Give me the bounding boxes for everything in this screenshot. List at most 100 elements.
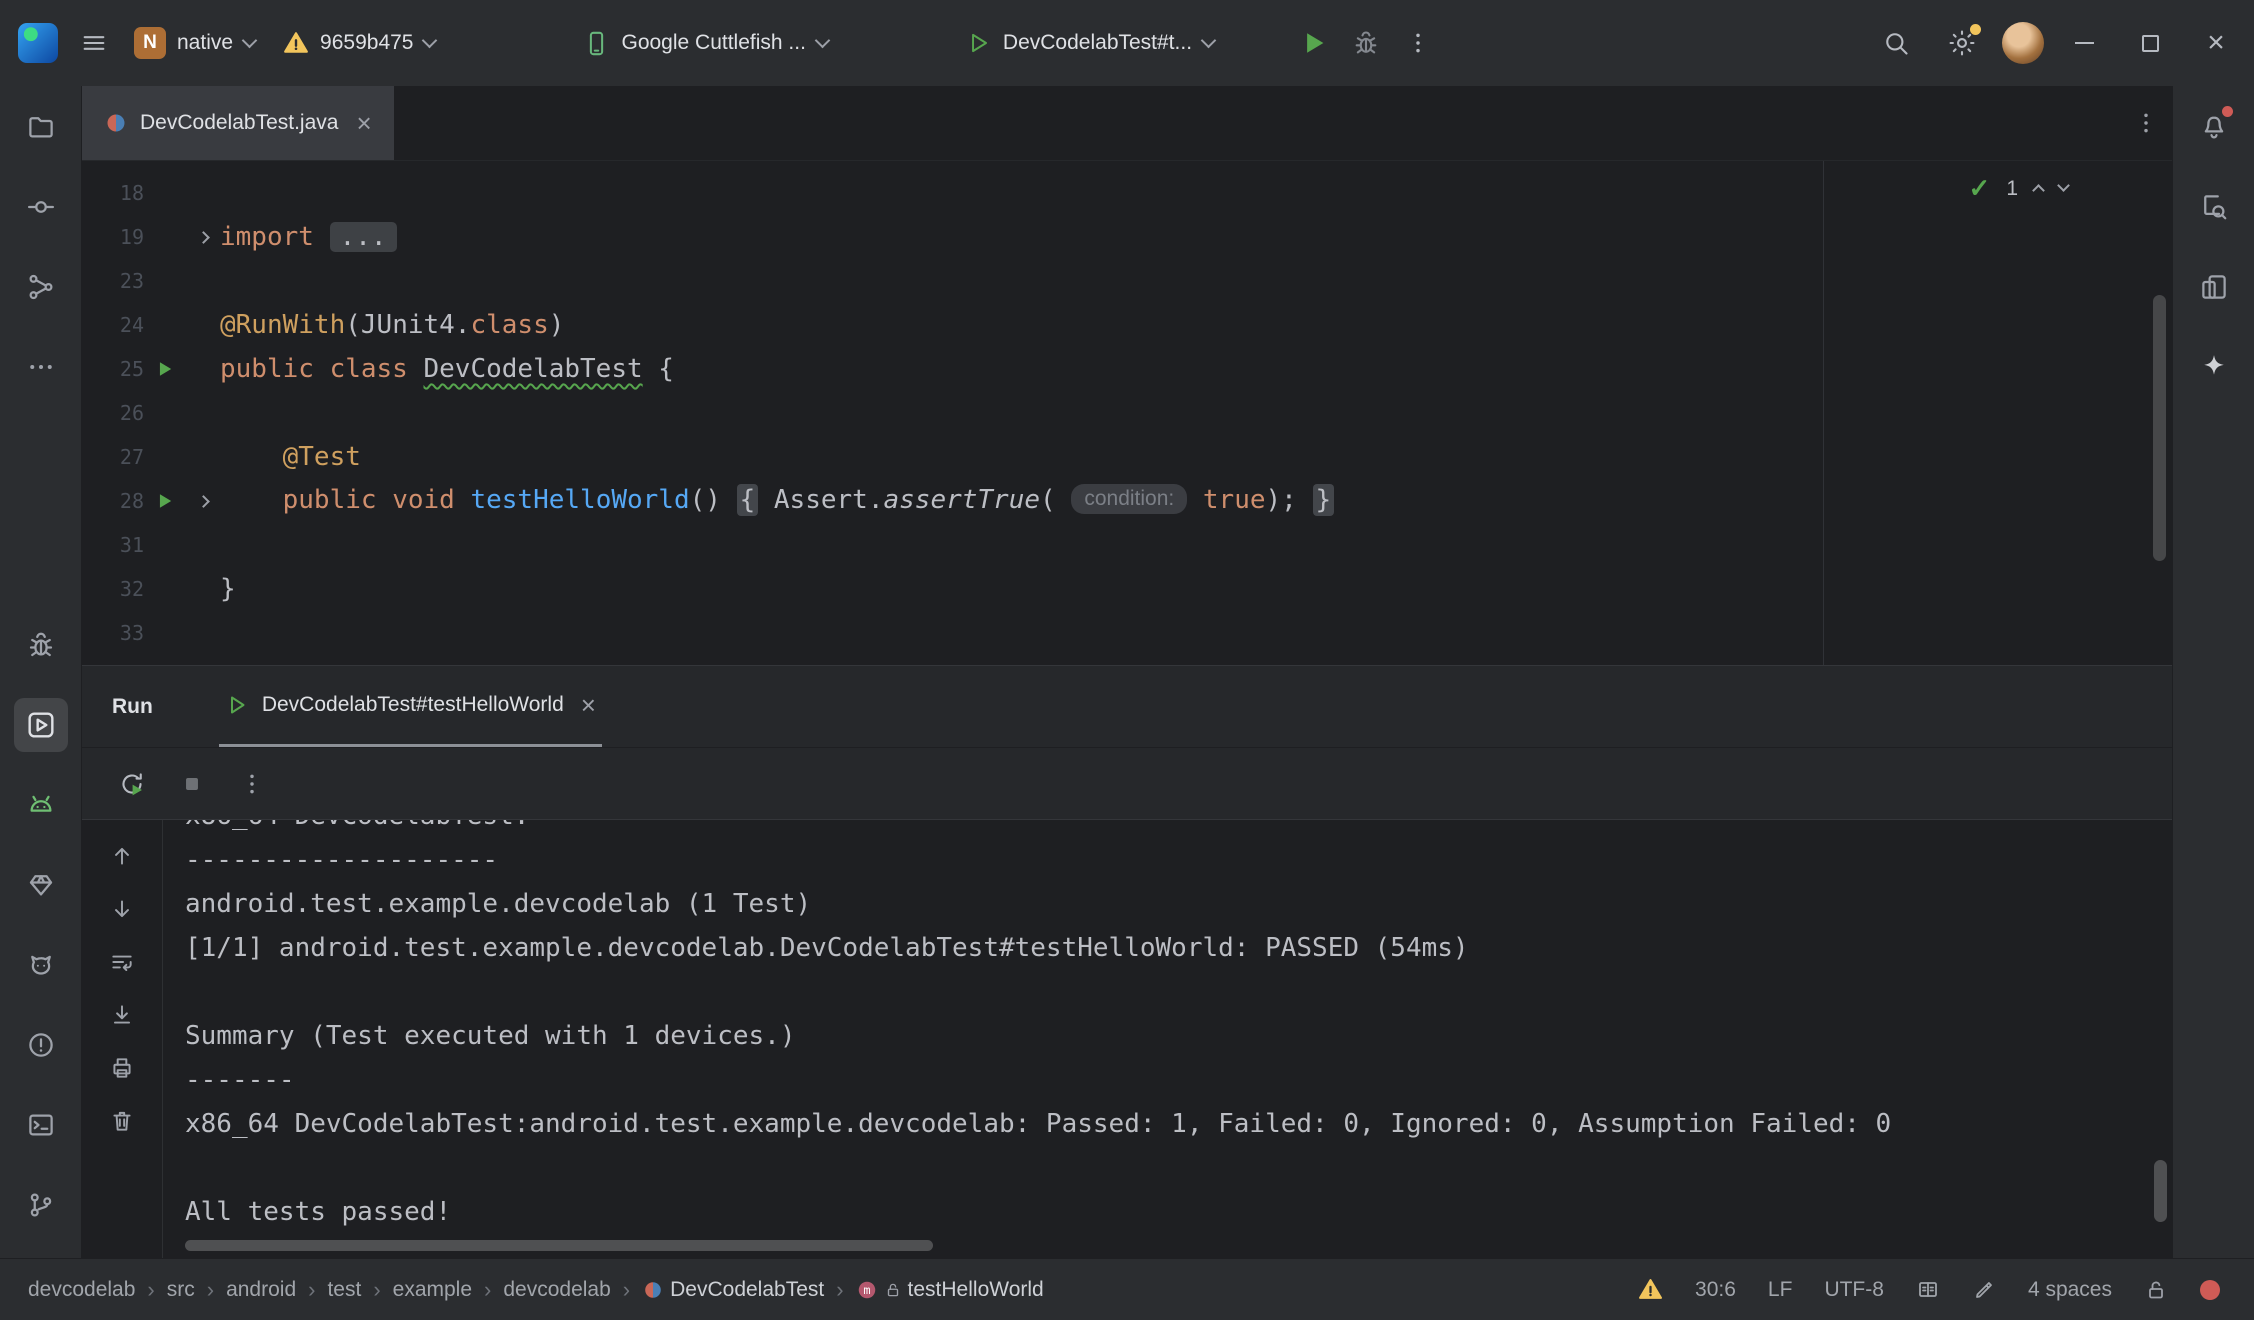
previous-problem-icon[interactable] [2032,184,2045,197]
code-line[interactable]: 32} [82,567,2172,611]
line-number: 18 [82,181,144,205]
minimize-button[interactable] [2058,17,2110,69]
inspection-widget[interactable]: ✓ 1 [1969,173,2068,204]
line-separator-widget[interactable]: LF [1768,1278,1793,1302]
main-area: DevCodelabTest.java × 18 19import ...2324… [82,86,2172,1258]
notifications-button[interactable] [2187,100,2241,154]
analysis-warning-widget[interactable] [1638,1277,1663,1302]
tab-devcodelabtest-java[interactable]: DevCodelabTest.java × [82,86,394,160]
run-gutter-icon[interactable] [144,492,186,510]
tab-options-button[interactable] [2120,97,2172,149]
run-tab-close-icon[interactable]: × [581,690,596,721]
write-access-widget[interactable] [2144,1278,2168,1302]
console-vertical-scrollbar[interactable] [2154,1160,2167,1222]
tab-close-icon[interactable]: × [356,108,371,139]
terminal-tool-button[interactable] [14,1098,68,1152]
clear-console-button[interactable] [100,1099,144,1143]
reader-mode-widget[interactable] [1916,1278,1940,1302]
more-actions-button[interactable] [1392,17,1444,69]
debug-button[interactable] [1340,17,1392,69]
code-line[interactable]: 28 public void testHelloWorld() { Assert… [82,479,2172,523]
code-line[interactable]: 33 [82,611,2172,655]
scroll-to-end-button[interactable] [100,993,144,1037]
settings-notification-dot [1970,24,1981,35]
maximize-button[interactable] [2124,17,2176,69]
fold-arrow-icon[interactable] [186,497,220,506]
caret-position-widget[interactable]: 30:6 [1695,1278,1736,1302]
breadcrumb-item[interactable]: devcodelab [28,1278,135,1302]
structure-tool-button[interactable] [14,260,68,314]
run-gutter-icon[interactable] [144,360,186,378]
android-studio-window: N native 9659b475 Google Cuttlefish ... … [0,0,2254,1320]
rerun-button[interactable] [106,758,158,810]
gemini-button[interactable] [2187,340,2241,394]
breadcrumb-item[interactable]: devcodelab [503,1278,610,1302]
branch-selector[interactable]: 9659b475 [269,21,449,65]
code-text: import ... [220,222,397,252]
run-button[interactable] [1288,17,1340,69]
inspection-highlight-widget[interactable] [1972,1278,1996,1302]
console-output[interactable]: x86_64 DevCodelabTest:------------------… [163,820,2172,1258]
close-button[interactable]: × [2190,17,2242,69]
project-selector[interactable]: N native [120,18,269,68]
run-tool-button[interactable] [14,698,68,752]
code-line[interactable]: 31 [82,523,2172,567]
breadcrumb-item[interactable]: src [167,1278,195,1302]
console-line: x86_64 DevCodelabTest: [185,820,2172,838]
editor-scrollbar[interactable] [2153,295,2166,561]
run-configuration-selector[interactable]: DevCodelabTest#t... [952,21,1228,65]
next-problem-icon[interactable] [2057,179,2070,192]
running-devices-button[interactable] [2187,260,2241,314]
error-notification-badge[interactable] [2200,1280,2220,1300]
main-menu-button[interactable] [68,17,120,69]
logcat-android-tool-button[interactable] [14,778,68,832]
breadcrumb-item[interactable]: android [226,1278,296,1302]
code-line[interactable]: 19import ... [82,215,2172,259]
problems-tool-button[interactable] [14,1018,68,1072]
code-text: } [220,574,236,604]
code-line[interactable]: 23 [82,259,2172,303]
commit-tool-button[interactable] [14,180,68,234]
settings-button[interactable] [1936,17,1988,69]
version-control-tool-button[interactable] [14,1178,68,1232]
console-horizontal-scrollbar[interactable] [185,1240,933,1251]
method-crumb[interactable]: m testHelloWorld [856,1278,1044,1302]
search-everywhere-button[interactable] [1870,17,1922,69]
project-tool-button[interactable] [14,100,68,154]
run-test-tab[interactable]: DevCodelabTest#testHelloWorld × [219,666,602,747]
fold-arrow-icon[interactable] [186,233,220,242]
share-graph-icon [26,272,56,302]
cat-icon [26,950,56,980]
code-line[interactable]: 25public class DevCodelabTest { [82,347,2172,391]
run-more-options-button[interactable] [226,758,278,810]
code-line[interactable]: 26 [82,391,2172,435]
soft-wrap-button[interactable] [100,940,144,984]
scroll-up-button[interactable] [100,834,144,878]
code-line[interactable]: 27 @Test [82,435,2172,479]
code-text: public class DevCodelabTest { [220,354,674,384]
hamburger-icon [80,29,108,57]
stop-button[interactable] [166,758,218,810]
device-manager-tool-button[interactable] [14,858,68,912]
user-avatar[interactable] [2002,22,2044,64]
layout-inspector-button[interactable] [2187,180,2241,234]
code-line[interactable]: 24@RunWith(JUnit4.class) [82,303,2172,347]
unlock-icon [2144,1278,2168,1302]
line-number: 32 [82,577,144,601]
warning-icon [283,30,309,56]
chevron-down-icon [815,32,831,48]
app-icon [18,23,58,63]
print-button[interactable] [100,1046,144,1090]
scroll-down-button[interactable] [100,887,144,931]
debug-tool-button[interactable] [14,618,68,672]
device-selector[interactable]: Google Cuttlefish ... [569,21,841,66]
more-tools-button[interactable] [14,340,68,394]
class-crumb[interactable]: DevCodelabTest [642,1278,824,1302]
code-line[interactable]: 18 [82,171,2172,215]
encoding-widget[interactable]: UTF-8 [1824,1278,1884,1302]
breadcrumb-item[interactable]: test [327,1278,361,1302]
logcat-tool-button[interactable] [14,938,68,992]
breadcrumb-item[interactable]: example [393,1278,472,1302]
code-editor[interactable]: 18 19import ...2324@RunWith(JUnit4.class)… [82,161,2172,665]
indent-widget[interactable]: 4 spaces [2028,1278,2112,1302]
